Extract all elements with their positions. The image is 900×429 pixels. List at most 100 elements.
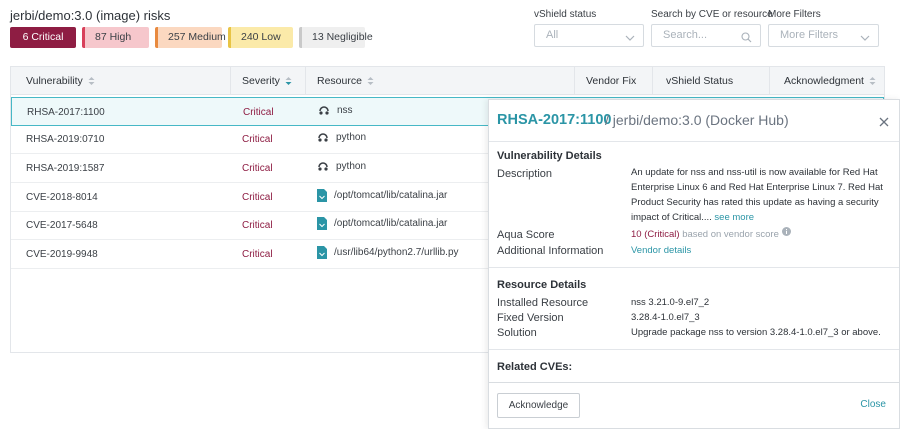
severity-value: Critical: [242, 134, 273, 145]
badge-critical[interactable]: 6 Critical: [10, 27, 76, 48]
description-text: An update for nss and nss-util is now av…: [631, 167, 883, 223]
search-input[interactable]: Search...: [651, 24, 761, 47]
panel-vulnerability-id: RHSA-2017:1100: [497, 112, 612, 128]
acknowledge-button[interactable]: Acknowledge: [497, 393, 580, 418]
close-icon[interactable]: [879, 114, 889, 132]
more-filters-value: More Filters: [780, 29, 839, 41]
close-link[interactable]: Close: [860, 399, 886, 410]
resource-cell: /usr/lib64/python2.7/urllib.py: [317, 246, 459, 259]
column-vendor-fix[interactable]: Vendor Fix: [586, 75, 636, 87]
description-value: An update for nss and nss-util is now av…: [631, 165, 893, 225]
vshield-status-select[interactable]: All: [534, 24, 644, 47]
severity-value: Critical: [242, 163, 273, 174]
more-filters-select[interactable]: More Filters: [768, 24, 879, 47]
description-label: Description: [497, 168, 553, 180]
search-label: Search by CVE or resource: [651, 9, 773, 20]
file-icon: [317, 246, 327, 259]
additional-info-label: Additional Information: [497, 245, 604, 257]
badge-high[interactable]: 87 High: [82, 27, 149, 48]
column-severity[interactable]: Severity: [242, 75, 292, 87]
package-icon: [319, 106, 329, 115]
panel-image-name: / jerbi/demo:3.0 (Docker Hub): [605, 112, 789, 128]
section-divider: [489, 349, 899, 350]
column-acknowledgment[interactable]: Acknowledgment: [784, 75, 876, 87]
column-divider: [574, 67, 575, 95]
vulnerability-details-heading: Vulnerability Details: [497, 150, 602, 162]
table-header: Vulnerability Severity Resource Vendor F…: [11, 67, 884, 95]
vshield-status-value: All: [546, 29, 559, 41]
solution-label: Solution: [497, 327, 537, 339]
column-divider: [230, 67, 231, 95]
severity-value: Critical: [242, 249, 273, 260]
package-icon: [318, 133, 328, 142]
aqua-score-label: Aqua Score: [497, 229, 555, 241]
severity-badges: 6 Critical 87 High 257 Medium 240 Low 13…: [10, 27, 373, 48]
sort-icon: [88, 77, 95, 85]
panel-header: RHSA-2017:1100 / jerbi/demo:3.0 (Docker …: [489, 100, 899, 142]
resource-cell: /opt/tomcat/lib/catalina.jar: [317, 217, 447, 230]
column-acknowledgment-label: Acknowledgment: [784, 75, 864, 87]
vulnerability-id[interactable]: CVE-2019-9948: [26, 249, 98, 260]
badge-medium[interactable]: 257 Medium: [155, 27, 226, 48]
chevron-down-icon: [860, 30, 870, 51]
vulnerability-id[interactable]: CVE-2017-5648: [26, 220, 98, 231]
package-icon: [318, 162, 328, 171]
related-cves-heading: Related CVEs:: [497, 361, 573, 373]
column-vshield-status[interactable]: vShield Status: [666, 75, 733, 87]
resource-cell: python: [317, 131, 366, 143]
badge-negligible[interactable]: 13 Negligible: [299, 27, 373, 48]
vendor-details-link[interactable]: Vendor details: [631, 243, 893, 258]
resource-cell: nss: [318, 104, 353, 116]
resource-name: /opt/tomcat/lib/catalina.jar: [334, 190, 448, 201]
vulnerability-id[interactable]: RHSA-2019:1587: [26, 163, 104, 174]
search-icon: [741, 30, 752, 51]
resource-name: python: [336, 131, 367, 143]
sort-icon: [285, 77, 292, 85]
solution-value: Upgrade package nss to version 3.28.4-1.…: [631, 327, 881, 338]
sort-icon: [869, 77, 876, 85]
aqua-score: 10 (Critical): [631, 229, 680, 240]
column-vendor-fix-label: Vendor Fix: [586, 75, 637, 87]
resource-name: nss: [337, 104, 353, 116]
column-vulnerability-label: Vulnerability: [26, 75, 83, 87]
column-vulnerability[interactable]: Vulnerability: [26, 75, 95, 87]
sort-icon: [367, 77, 374, 85]
badge-low[interactable]: 240 Low: [228, 27, 293, 48]
resource-details-heading: Resource Details: [497, 279, 587, 291]
vulnerability-id[interactable]: CVE-2018-8014: [26, 192, 98, 203]
file-icon: [317, 217, 327, 230]
more-filters-label: More Filters: [768, 9, 821, 20]
fixed-version-label: Fixed Version: [497, 312, 564, 324]
column-divider: [305, 67, 306, 95]
resource-cell: /opt/tomcat/lib/catalina.jar: [317, 189, 447, 202]
severity-value: Critical: [243, 107, 274, 118]
section-divider: [489, 267, 899, 268]
column-resource[interactable]: Resource: [317, 75, 374, 87]
chevron-down-icon: [625, 30, 635, 51]
column-divider: [652, 67, 653, 95]
vulnerability-detail-panel: RHSA-2017:1100 / jerbi/demo:3.0 (Docker …: [488, 99, 900, 429]
column-vshield-status-label: vShield Status: [666, 75, 734, 87]
risks-page: jerbi/demo:3.0 (image) risks 6 Critical …: [0, 0, 900, 429]
installed-resource-value: nss 3.21.0-9.el7_2: [631, 297, 710, 308]
aqua-score-note: based on vendor score: [682, 229, 779, 240]
resource-name: python: [336, 160, 367, 172]
column-resource-label: Resource: [317, 75, 362, 87]
resource-name: /opt/tomcat/lib/catalina.jar: [334, 218, 448, 229]
aqua-score-value: 10 (Critical) based on vendor score: [631, 227, 893, 242]
vshield-status-label: vShield status: [534, 9, 597, 20]
page-title: jerbi/demo:3.0 (image) risks: [10, 8, 171, 23]
see-more-link[interactable]: see more: [714, 212, 754, 223]
file-icon: [317, 189, 327, 202]
severity-value: Critical: [242, 192, 273, 203]
panel-footer: Acknowledge Close: [489, 382, 899, 428]
vulnerability-id[interactable]: RHSA-2017:1100: [27, 107, 105, 118]
info-icon[interactable]: [781, 227, 791, 236]
search-placeholder: Search...: [663, 29, 708, 41]
vulnerability-id[interactable]: RHSA-2019:0710: [26, 134, 104, 145]
column-severity-label: Severity: [242, 75, 280, 87]
severity-value: Critical: [242, 220, 273, 231]
fixed-version-value: 3.28.4-1.0.el7_3: [631, 312, 700, 323]
column-divider: [769, 67, 770, 95]
installed-resource-label: Installed Resource: [497, 297, 589, 309]
